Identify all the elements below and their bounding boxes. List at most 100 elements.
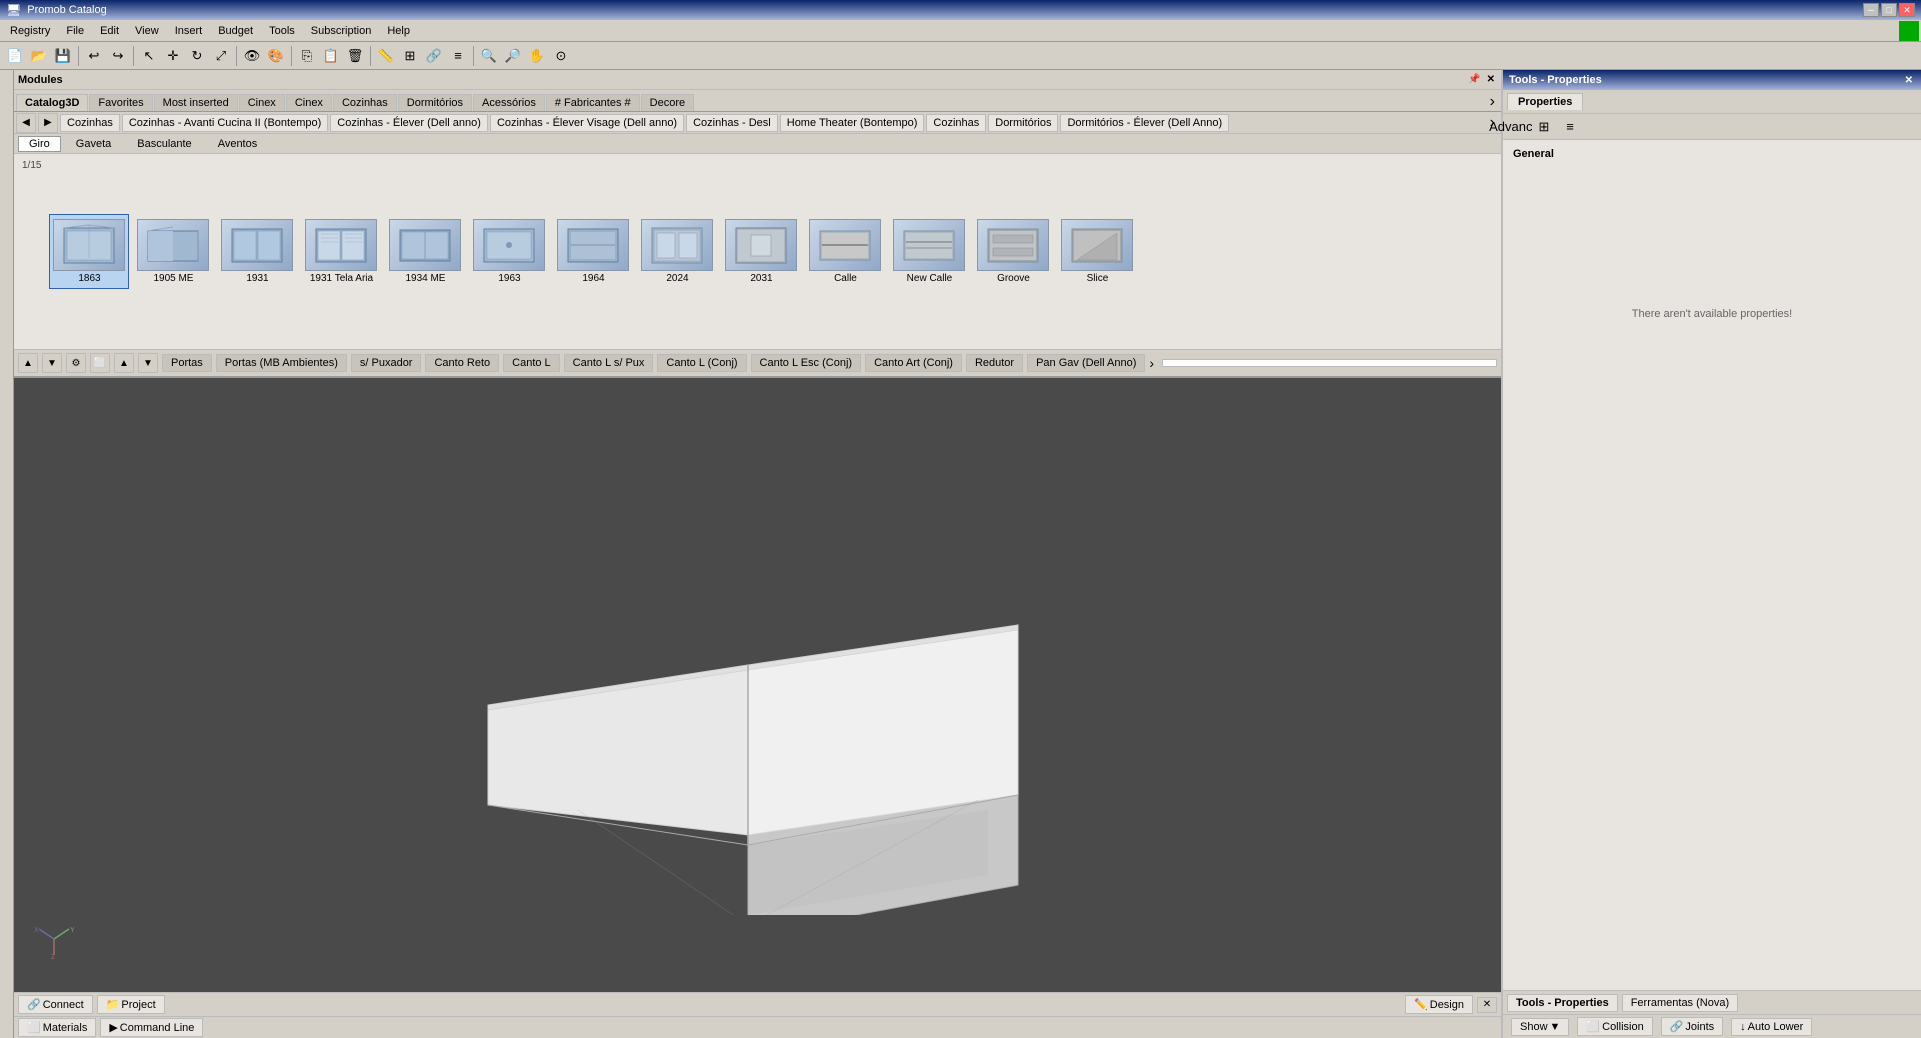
tb-rotate[interactable]: ↻ (186, 45, 208, 67)
menu-edit[interactable]: Edit (92, 23, 127, 39)
doors-back-btn[interactable]: ▲ (18, 353, 38, 373)
tb-delete[interactable]: 🗑 (344, 45, 366, 67)
project-button[interactable]: 📁 Project (97, 995, 165, 1014)
tb-view3d[interactable]: 👁 (241, 45, 263, 67)
tb-save[interactable]: 💾 (52, 45, 74, 67)
tabs-scroll-right[interactable]: › (1486, 93, 1499, 111)
tab-decore[interactable]: Decore (641, 94, 694, 111)
tb-new[interactable]: 📄 (4, 45, 26, 67)
menu-help[interactable]: Help (379, 23, 418, 39)
menu-budget[interactable]: Budget (210, 23, 261, 39)
door-tab-spuxador[interactable]: s/ Puxador (351, 354, 422, 372)
doors-settings1[interactable]: ⚙ (66, 353, 86, 373)
tb-open[interactable]: 📂 (28, 45, 50, 67)
rp-tab-properties[interactable]: Properties (1507, 93, 1583, 110)
command-line-tab[interactable]: ▶ Command Line (100, 1018, 203, 1037)
tb-move[interactable]: ✛ (162, 45, 184, 67)
menu-file[interactable]: File (58, 23, 92, 39)
door-tab-portas-mb[interactable]: Portas (MB Ambientes) (216, 354, 347, 372)
breadcrumb-elever-visage[interactable]: Cozinhas - Élever Visage (Dell anno) (490, 114, 684, 132)
door-tab-portas[interactable]: Portas (162, 354, 212, 372)
tb-undo[interactable]: ↩ (83, 45, 105, 67)
tb-zoom-in[interactable]: 🔍 (478, 45, 500, 67)
breadcrumb-dormitorios[interactable]: Dormitórios (988, 114, 1058, 132)
tab-catalog3d[interactable]: Catalog3D (16, 94, 88, 111)
item-groove[interactable]: Groove (973, 214, 1053, 289)
doors-down-btn[interactable]: ▼ (138, 353, 158, 373)
menu-registry[interactable]: Registry (2, 23, 58, 39)
door-tab-canto-art[interactable]: Canto Art (Conj) (865, 354, 962, 372)
breadcrumb-desl[interactable]: Cozinhas - Desl (686, 114, 778, 132)
3d-viewport[interactable]: Y X Z (14, 378, 1501, 992)
tb-measure[interactable]: 📏 (375, 45, 397, 67)
door-tab-canto-l-esc[interactable]: Canto L Esc (Conj) (751, 354, 862, 372)
item-slice[interactable]: Slice (1057, 214, 1137, 289)
collision-button[interactable]: ⬜ Collision (1577, 1017, 1652, 1036)
tb-scale[interactable]: ⤢ (210, 45, 232, 67)
materials-tab[interactable]: ⬜ Materials (18, 1018, 96, 1037)
doors-forward-btn[interactable]: ▼ (42, 353, 62, 373)
show-button[interactable]: Show ▼ (1511, 1018, 1569, 1036)
door-tab-canto-l-spux[interactable]: Canto L s/ Pux (564, 354, 654, 372)
breadcrumb-avanti[interactable]: Cozinhas - Avanti Cucina II (Bontempo) (122, 114, 328, 132)
breadcrumb-back[interactable]: ◀ (16, 113, 36, 133)
minimize-btn[interactable]: ─ (1863, 3, 1879, 17)
rpb-ferramentas-nova[interactable]: Ferramentas (Nova) (1622, 994, 1738, 1012)
item-1963[interactable]: 1963 (469, 214, 549, 289)
item-1863[interactable]: 1863 (49, 214, 129, 289)
menu-tools[interactable]: Tools (261, 23, 303, 39)
door-tab-canto-reto[interactable]: Canto Reto (425, 354, 499, 372)
tb-paste[interactable]: 📋 (320, 45, 342, 67)
item-1931-tela-aria[interactable]: 1931 Tela Aria (301, 214, 381, 289)
item-1934me[interactable]: 1934 ME (385, 214, 465, 289)
menu-subscription[interactable]: Subscription (303, 23, 380, 39)
breadcrumb-forward[interactable]: ▶ (38, 113, 58, 133)
item-1931[interactable]: 1931 (217, 214, 297, 289)
tb-zoom-out[interactable]: 🔎 (502, 45, 524, 67)
tab-fabricantes[interactable]: # Fabricantes # (546, 94, 640, 111)
maximize-btn[interactable]: □ (1881, 3, 1897, 17)
item-1905me[interactable]: 1905 ME (133, 214, 213, 289)
door-tab-canto-l[interactable]: Canto L (503, 354, 560, 372)
breadcrumb-dormitorios-elever[interactable]: Dormitórios - Élever (Dell Anno) (1060, 114, 1229, 132)
tb-snap[interactable]: 🔗 (423, 45, 445, 67)
tb-pan[interactable]: ✋ (526, 45, 548, 67)
tb-orbit[interactable]: ⊙ (550, 45, 572, 67)
status-close-btn[interactable]: ✕ (1477, 997, 1497, 1013)
auto-lower-button[interactable]: ↓ Auto Lower (1731, 1018, 1812, 1036)
props-advanced-btn[interactable]: Advanced (1507, 116, 1529, 138)
tab-dormitorios[interactable]: Dormitórios (398, 94, 472, 111)
breadcrumb-elever[interactable]: Cozinhas - Élever (Dell anno) (330, 114, 488, 132)
subtab-gaveta[interactable]: Gaveta (65, 136, 122, 152)
tb-align[interactable]: ≡ (447, 45, 469, 67)
joints-button[interactable]: 🔗 Joints (1661, 1017, 1723, 1036)
doors-scroll-right[interactable]: › (1149, 355, 1154, 371)
breadcrumb-home-theater[interactable]: Home Theater (Bontempo) (780, 114, 925, 132)
tab-cozinhas[interactable]: Cozinhas (333, 94, 397, 111)
menu-insert[interactable]: Insert (167, 23, 211, 39)
tb-render[interactable]: 🎨 (265, 45, 287, 67)
door-tab-pan-gav[interactable]: Pan Gav (Dell Anno) (1027, 354, 1145, 372)
item-2024[interactable]: 2024 (637, 214, 717, 289)
breadcrumb-cozinhas[interactable]: Cozinhas (60, 114, 120, 132)
props-grid-btn[interactable]: ⊞ (1533, 116, 1555, 138)
doors-up-btn[interactable]: ▲ (114, 353, 134, 373)
tb-copy[interactable]: ⎘ (296, 45, 318, 67)
tab-cinex2[interactable]: Cinex (286, 94, 332, 111)
door-tab-redutor[interactable]: Redutor (966, 354, 1023, 372)
item-1964[interactable]: 1964 (553, 214, 633, 289)
tab-favorites[interactable]: Favorites (89, 94, 152, 111)
pin-button[interactable]: 📌 (1468, 74, 1480, 85)
item-new-calle[interactable]: New Calle (889, 214, 969, 289)
tab-most-inserted[interactable]: Most inserted (154, 94, 238, 111)
rpb-tools-properties[interactable]: Tools - Properties (1507, 994, 1618, 1012)
connect-button[interactable]: 🔗 Connect (18, 995, 93, 1014)
subtab-giro[interactable]: Giro (18, 136, 61, 152)
item-2031[interactable]: 2031 (721, 214, 801, 289)
close-btn[interactable]: ✕ (1899, 3, 1915, 17)
doors-settings2[interactable]: ⬜ (90, 353, 110, 373)
door-tab-canto-l-conj[interactable]: Canto L (Conj) (657, 354, 746, 372)
tb-grid[interactable]: ⊞ (399, 45, 421, 67)
props-list-btn[interactable]: ≡ (1559, 116, 1581, 138)
menu-view[interactable]: View (127, 23, 167, 39)
